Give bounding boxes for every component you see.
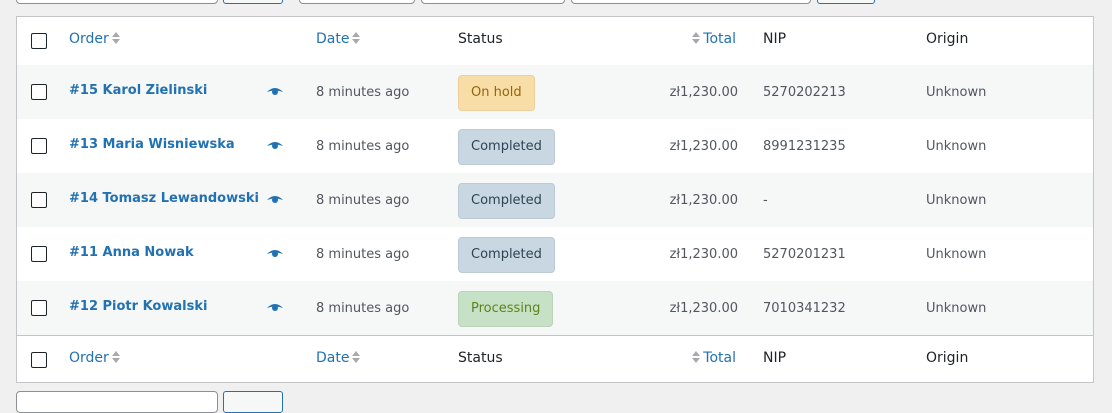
order-total: zł1,230.00	[669, 247, 738, 262]
table-footer: Order Date Status Total NIP Origin	[17, 335, 1093, 384]
table-row[interactable]: #15 Karol Zielinski 8 minutes ago On hol…	[17, 65, 1093, 119]
total-column-label: Total	[703, 31, 736, 47]
table-row[interactable]: #11 Anna Nowak 8 minutes ago Completed z…	[17, 227, 1093, 281]
order-link[interactable]: #15 Karol Zielinski	[69, 83, 207, 98]
sort-arrows-icon	[692, 31, 701, 45]
status-badge: Completed	[458, 237, 555, 273]
order-nip: 5270202213	[763, 85, 846, 100]
top-filter-select-2[interactable]	[421, 0, 565, 4]
status-badge: On hold	[458, 75, 535, 111]
sort-arrows-icon	[352, 350, 361, 364]
order-origin: Unknown	[926, 139, 987, 154]
status-badge: Processing	[458, 291, 554, 327]
order-nip: 5270201231	[763, 247, 846, 262]
bottom-bulk-actions-select[interactable]	[16, 391, 218, 413]
total-column-header[interactable]: Total	[689, 31, 736, 47]
orders-table: Order Date Status Total NIP Origin #15 K…	[16, 16, 1094, 383]
row-checkbox[interactable]	[31, 84, 47, 100]
status-column-footer: Status	[458, 350, 503, 366]
order-nip: -	[763, 193, 768, 208]
select-all-checkbox[interactable]	[31, 33, 47, 49]
eye-icon[interactable]	[267, 195, 283, 205]
order-origin: Unknown	[926, 193, 987, 208]
date-column-label: Date	[316, 31, 350, 47]
eye-icon[interactable]	[267, 87, 283, 97]
table-row[interactable]: #13 Maria Wisniewska 8 minutes ago Compl…	[17, 119, 1093, 173]
status-badge: Completed	[458, 129, 555, 165]
order-origin: Unknown	[926, 301, 987, 316]
eye-icon[interactable]	[267, 249, 283, 259]
row-checkbox[interactable]	[31, 192, 47, 208]
top-filter-select-1[interactable]	[299, 0, 415, 4]
date-column-label: Date	[316, 350, 350, 366]
date-column-header[interactable]: Date	[316, 31, 363, 47]
order-link[interactable]: #11 Anna Nowak	[69, 245, 194, 260]
eye-icon[interactable]	[267, 141, 283, 151]
row-checkbox[interactable]	[31, 138, 47, 154]
table-row[interactable]: #12 Piotr Kowalski 8 minutes ago Process…	[17, 281, 1093, 335]
origin-column-footer: Origin	[926, 350, 969, 366]
order-link[interactable]: #14 Tomasz Lewandowski	[69, 191, 259, 206]
order-total: zł1,230.00	[669, 85, 738, 100]
order-column-label: Order	[69, 31, 109, 47]
order-column-label: Order	[69, 350, 109, 366]
order-date: 8 minutes ago	[316, 85, 410, 100]
status-badge: Completed	[458, 183, 555, 219]
total-column-label: Total	[703, 350, 736, 366]
sort-arrows-icon	[692, 350, 701, 364]
top-bulk-actions-select[interactable]	[16, 0, 218, 4]
sort-arrows-icon	[111, 350, 120, 364]
origin-column-header: Origin	[926, 31, 969, 47]
order-date: 8 minutes ago	[316, 301, 410, 316]
select-all-checkbox[interactable]	[31, 352, 47, 368]
order-date: 8 minutes ago	[316, 139, 410, 154]
sort-arrows-icon	[111, 31, 120, 45]
order-origin: Unknown	[926, 85, 987, 100]
bottom-apply-button[interactable]	[223, 391, 283, 413]
top-filter-select-3[interactable]	[571, 0, 811, 4]
table-header: Order Date Status Total NIP Origin	[17, 17, 1093, 66]
order-nip: 7010341232	[763, 301, 846, 316]
row-checkbox[interactable]	[31, 246, 47, 262]
order-date: 8 minutes ago	[316, 247, 410, 262]
order-link[interactable]: #12 Piotr Kowalski	[69, 299, 207, 314]
date-column-footer[interactable]: Date	[316, 350, 363, 366]
order-column-footer[interactable]: Order	[69, 350, 123, 366]
status-column-header: Status	[458, 31, 503, 47]
nip-column-header: NIP	[763, 31, 787, 47]
total-column-footer[interactable]: Total	[689, 350, 736, 366]
order-total: zł1,230.00	[669, 139, 738, 154]
top-apply-button[interactable]	[223, 0, 283, 4]
eye-icon[interactable]	[267, 303, 283, 313]
sort-arrows-icon	[352, 31, 361, 45]
table-row[interactable]: #14 Tomasz Lewandowski 8 minutes ago Com…	[17, 173, 1093, 227]
order-total: zł1,230.00	[669, 301, 738, 316]
order-column-header[interactable]: Order	[69, 31, 123, 47]
order-date: 8 minutes ago	[316, 193, 410, 208]
order-nip: 8991231235	[763, 139, 846, 154]
top-filter-button[interactable]	[817, 0, 875, 4]
order-origin: Unknown	[926, 247, 987, 262]
nip-column-footer: NIP	[763, 350, 787, 366]
row-checkbox[interactable]	[31, 300, 47, 316]
order-total: zł1,230.00	[669, 193, 738, 208]
order-link[interactable]: #13 Maria Wisniewska	[69, 137, 235, 152]
